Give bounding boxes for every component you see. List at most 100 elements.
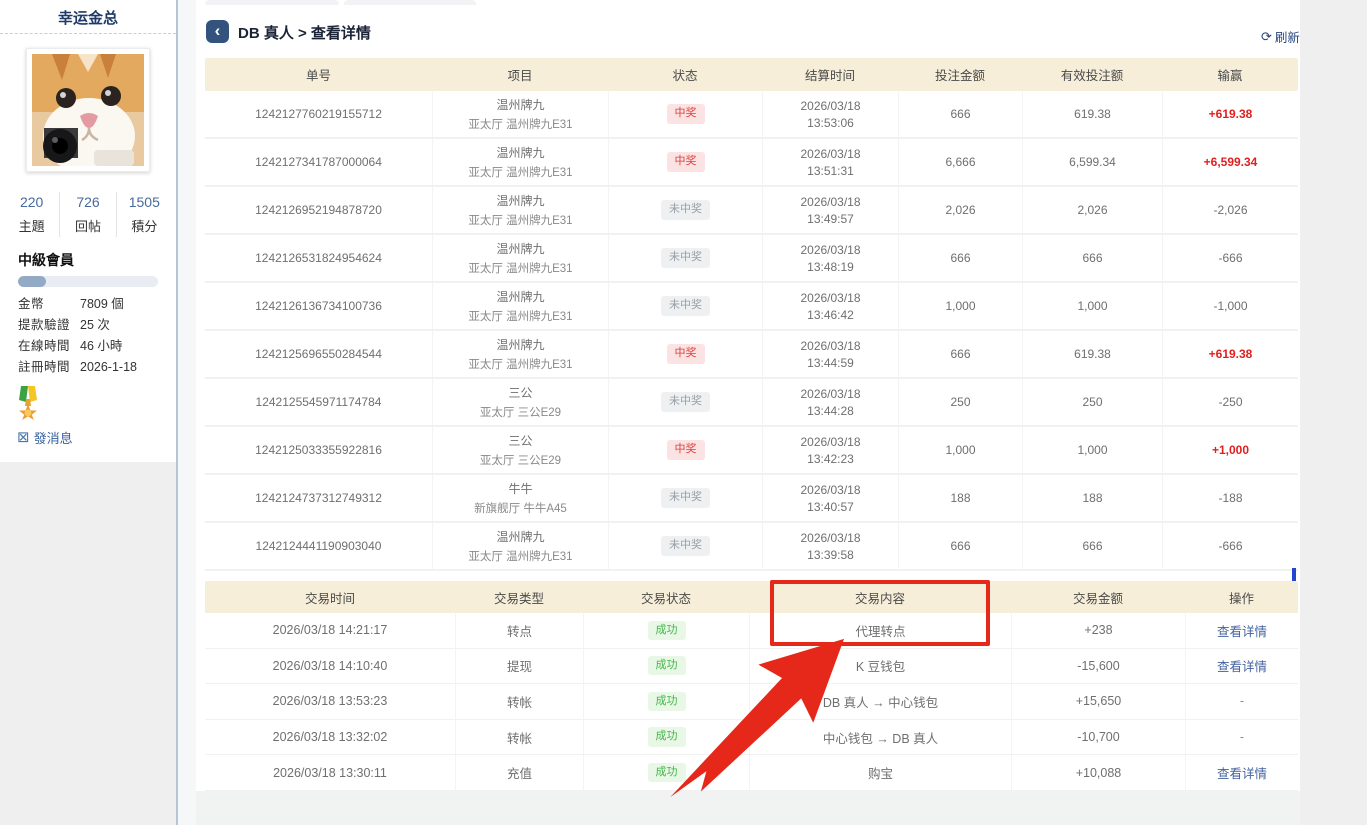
bet-status-badge: 未中奖 (661, 200, 710, 219)
info-value: 46 小時 (80, 336, 122, 357)
stat-topics[interactable]: 220 主題 (4, 192, 60, 237)
breadcrumb: DB 真人 > 查看详情 (238, 22, 371, 43)
bet-order-id: 1242124737312749312 (205, 475, 432, 521)
bet-status-wrap: 中奖 (609, 104, 762, 123)
txn-time: 2026/03/18 14:10:40 (205, 649, 455, 684)
bet-status-badge: 未中奖 (661, 392, 710, 411)
bet-order-id: 1242125696550284544 (205, 331, 432, 377)
txn-table-body: 2026/03/18 14:21:17转点成功代理转点+238查看详情2026/… (205, 613, 1298, 791)
bet-status-wrap: 中奖 (609, 344, 762, 363)
bet-settle-clock: 13:42:23 (763, 452, 898, 466)
message-envelope-icon: ⊠ (17, 430, 30, 445)
profile-stats: 220 主題 726 回帖 1505 積分 (4, 192, 172, 237)
bet-order-id: 1242127341787000064 (205, 139, 432, 185)
bet-status-wrap: 未中奖 (609, 392, 762, 411)
bet-result: -666 (1162, 235, 1298, 281)
bet-game: 温州牌九亚太厅 温州牌九E31 (432, 139, 608, 185)
txn-content: 购宝 (749, 755, 1011, 790)
bet-result: -2,026 (1162, 187, 1298, 233)
medal-icon (18, 386, 38, 425)
bet-amount: 1,000 (898, 283, 1022, 329)
level-progress-bar (18, 276, 158, 287)
bet-settle-date: 2026/03/18 (763, 99, 898, 113)
bet-status-badge: 未中奖 (661, 536, 710, 555)
info-value: 25 次 (80, 315, 110, 336)
bet-table-row: 1242125033355922816三公亚太厅 三公E29中奖2026/03/… (205, 427, 1298, 475)
txn-action: 查看详情 (1185, 649, 1298, 684)
bet-amount: 6,666 (898, 139, 1022, 185)
txn-type: 转帐 (455, 684, 583, 719)
username: 幸运金总 (0, 7, 176, 28)
bet-status-wrap: 未中奖 (609, 296, 762, 315)
profile-info-list: 金幣7809 個提款驗證25 次在線時間46 小時註冊時間2026-1-18 (18, 294, 168, 378)
txn-content: K 豆钱包 (749, 649, 1011, 684)
txn-status-badge: 成功 (648, 763, 686, 782)
divider (0, 33, 176, 34)
bet-settle-date: 2026/03/18 (763, 195, 898, 209)
refresh-button[interactable]: ⟳ 刷新 (1261, 27, 1300, 46)
back-chevron-icon: ‹ (215, 22, 221, 39)
txn-table-row: 2026/03/18 13:53:23转帐成功DB 真人 → 中心钱包+15,6… (205, 684, 1298, 720)
txn-table-header: 交易时间交易类型交易状态交易内容交易金额操作 (205, 581, 1298, 614)
view-details-link[interactable]: 查看详情 (1186, 621, 1298, 640)
bet-game: 温州牌九亚太厅 温州牌九E31 (432, 235, 608, 281)
info-label: 金幣 (18, 294, 76, 315)
txn-content: 中心钱包 → DB 真人 (749, 720, 1011, 755)
bet-game-room: 亚太厅 温州牌九E31 (433, 308, 608, 324)
back-button[interactable]: ‹ (206, 20, 229, 43)
bet-valid-amount: 250 (1022, 379, 1162, 425)
bet-col-header: 单号 (205, 65, 432, 84)
stat-points-label: 積分 (117, 216, 172, 235)
txn-action: - (1185, 720, 1298, 755)
stat-topics-label: 主題 (4, 216, 59, 235)
bet-result: -250 (1162, 379, 1298, 425)
bet-status-wrap: 未中奖 (609, 488, 762, 507)
bet-settle-date: 2026/03/18 (763, 531, 898, 545)
bet-valid-amount: 1,000 (1022, 283, 1162, 329)
bet-game-name: 温州牌九 (433, 144, 608, 161)
view-details-link[interactable]: 查看详情 (1186, 763, 1298, 782)
txn-col-header: 交易类型 (455, 588, 583, 607)
stat-topics-value: 220 (4, 194, 59, 210)
txn-type: 转点 (455, 613, 583, 648)
avatar[interactable] (26, 48, 150, 172)
scroll-cursor-mark (1292, 568, 1296, 581)
level-progress-fill (18, 276, 46, 287)
bet-result: +6,599.34 (1162, 139, 1298, 185)
stat-replies[interactable]: 726 回帖 (60, 192, 116, 237)
send-message-link[interactable]: ⊠ 發消息 (17, 428, 73, 447)
txn-status-badge: 成功 (648, 656, 686, 675)
bet-settle-time: 2026/03/1813:53:06 (762, 91, 898, 137)
bet-valid-amount: 666 (1022, 523, 1162, 569)
bet-valid-amount: 2,026 (1022, 187, 1162, 233)
bet-status-badge: 未中奖 (661, 248, 710, 267)
bet-settle-clock: 13:49:57 (763, 212, 898, 226)
bet-game-room: 新旗舰厅 牛牛A45 (433, 500, 608, 516)
view-details-link[interactable]: 查看详情 (1186, 656, 1298, 675)
txn-status: 成功 (583, 684, 749, 719)
txn-col-header: 交易金额 (1011, 588, 1185, 607)
bet-status-wrap: 中奖 (609, 440, 762, 459)
bet-settle-date: 2026/03/18 (763, 147, 898, 161)
bet-settle-time: 2026/03/18 13:49:57 (762, 187, 898, 233)
txn-type: 提现 (455, 649, 583, 684)
bet-game-room: 亚太厅 三公E29 (433, 452, 608, 468)
info-label: 提款驗證 (18, 315, 76, 336)
txn-col-header: 交易状态 (583, 588, 749, 607)
txn-content: DB 真人 → 中心钱包 (749, 684, 1011, 719)
txn-amount: +15,650 (1011, 684, 1185, 719)
txn-status-wrap: 成功 (584, 727, 749, 746)
bet-col-header: 结算时间 (762, 65, 898, 84)
member-level: 中級會員 (18, 250, 74, 270)
stat-points[interactable]: 1505 積分 (117, 192, 172, 237)
bet-result-value: -188 (1163, 491, 1298, 505)
bet-settle-date: 2026/03/18 (763, 243, 898, 257)
bet-settle-time: 2026/03/1813:44:59 (762, 331, 898, 377)
bet-amount: 250 (898, 379, 1022, 425)
bet-order-id: 1242125545971174784 (205, 379, 432, 425)
stat-replies-label: 回帖 (60, 216, 115, 235)
txn-action: 查看详情 (1185, 613, 1298, 648)
bet-status: 中奖 (608, 331, 762, 377)
txn-table-row: 2026/03/18 14:10:40提现成功K 豆钱包-15,600查看详情 (205, 649, 1298, 685)
bet-game-name: 牛牛 (433, 480, 608, 497)
